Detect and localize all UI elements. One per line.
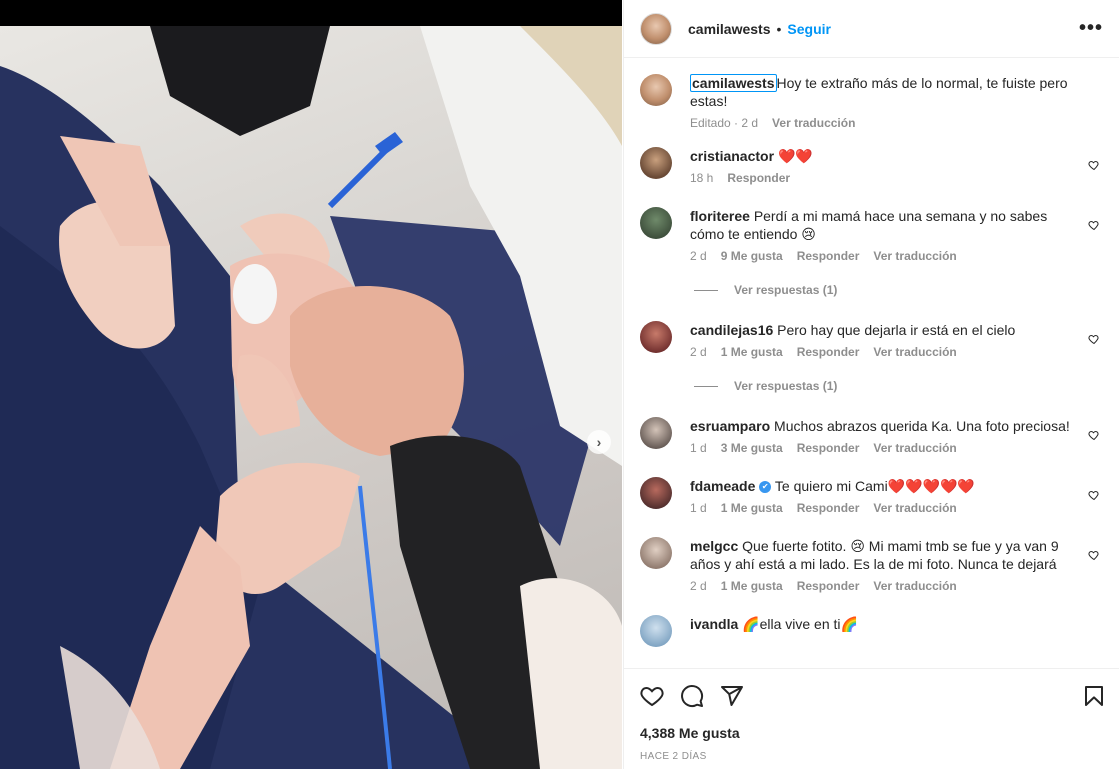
media-top-bar (0, 0, 622, 26)
author-username[interactable]: camilawests (688, 21, 771, 37)
comment-avatar[interactable] (640, 537, 672, 569)
comment-username[interactable]: cristianactor (690, 148, 774, 164)
comment-item: melgcc Que fuerte fotito. 😢 Mi mami tmb … (640, 537, 1104, 593)
comment-item: cristianactor ❤️❤️ 18 h Responder (640, 147, 1104, 185)
comment-username[interactable]: melgcc (690, 538, 738, 554)
comment-time: 2 d (690, 345, 707, 359)
separator-dot: • (776, 20, 782, 37)
caption: camilawests Hoy te extraño más de lo norm… (640, 74, 1104, 130)
comment-avatar[interactable] (640, 321, 672, 353)
comment-text: Te quiero mi Cami❤️❤️❤️❤️❤️ (774, 478, 975, 494)
like-icon[interactable] (640, 684, 664, 708)
comment-text: 🌈ella vive en ti🌈 (742, 616, 858, 632)
comment-avatar[interactable] (640, 477, 672, 509)
next-photo-button[interactable]: › (587, 430, 611, 454)
post-media: › (0, 0, 622, 769)
view-replies[interactable]: Ver respuestas (1) (694, 379, 1104, 393)
comment-avatar[interactable] (640, 207, 672, 239)
caption-translate[interactable]: Ver traducción (772, 116, 855, 130)
reply-button[interactable]: Responder (797, 441, 860, 455)
likes-count[interactable]: 4,388 Me gusta (640, 725, 1104, 741)
comment-time: 2 d (690, 249, 707, 263)
comment-time: 2 d (690, 579, 707, 593)
translate-button[interactable]: Ver traducción (873, 579, 956, 593)
like-heart-icon[interactable] (1088, 429, 1100, 441)
comment-time: 18 h (690, 171, 714, 185)
like-heart-icon[interactable] (1088, 489, 1100, 501)
like-heart-icon[interactable] (1088, 159, 1100, 171)
caption-username[interactable]: camilawests (690, 74, 777, 92)
reply-button[interactable]: Responder (727, 171, 790, 185)
post-sidebar: camilawests • Seguir ••• camilawests Hoy … (623, 0, 1119, 769)
caption-avatar[interactable] (640, 74, 672, 106)
comments-list[interactable]: camilawests Hoy te extraño más de lo norm… (624, 59, 1119, 668)
view-replies-label[interactable]: Ver respuestas (1) (734, 283, 837, 297)
comment-likes[interactable]: 1 Me gusta (721, 501, 783, 515)
reply-button[interactable]: Responder (797, 501, 860, 515)
comment-avatar[interactable] (640, 147, 672, 179)
comment-item: floriteree Perdí a mi mamá hace una sema… (640, 207, 1104, 263)
comment-text: Muchos abrazos querida Ka. Una foto prec… (774, 418, 1070, 434)
comment-time: 1 d (690, 501, 707, 515)
save-bookmark-icon[interactable] (1082, 684, 1106, 708)
view-replies[interactable]: Ver respuestas (1) (694, 283, 1104, 297)
comment-item: candilejas16 Pero hay que dejarla ir est… (640, 321, 1104, 359)
post-header: camilawests • Seguir ••• (624, 0, 1119, 58)
translate-button[interactable]: Ver traducción (873, 345, 956, 359)
reply-button[interactable]: Responder (797, 345, 860, 359)
share-icon[interactable] (720, 684, 744, 708)
comment-item: esruamparo Muchos abrazos querida Ka. Un… (640, 417, 1104, 455)
post-photo[interactable]: › (0, 26, 622, 769)
replies-line (694, 385, 718, 387)
action-bar (640, 669, 1104, 723)
like-heart-icon[interactable] (1088, 549, 1100, 561)
comment-text: ❤️❤️ (777, 148, 813, 164)
like-heart-icon[interactable] (1088, 219, 1100, 231)
reply-button[interactable]: Responder (797, 249, 860, 263)
comment-username[interactable]: candilejas16 (690, 322, 773, 338)
replies-line (694, 289, 718, 291)
comment-likes[interactable]: 3 Me gusta (721, 441, 783, 455)
translate-button[interactable]: Ver traducción (873, 501, 956, 515)
author-avatar[interactable] (640, 12, 672, 45)
comment-username[interactable]: ivandla (690, 616, 738, 632)
comment-username[interactable]: fdameade (690, 478, 755, 494)
hospital-hands-photo (0, 26, 622, 769)
comment-avatar[interactable] (640, 417, 672, 449)
comment-username[interactable]: floriteree (690, 208, 750, 224)
comment-likes[interactable]: 1 Me gusta (721, 579, 783, 593)
comment-username[interactable]: esruamparo (690, 418, 770, 434)
post-timestamp: HACE 2 DÍAS (640, 751, 707, 762)
like-heart-icon[interactable] (1088, 333, 1100, 345)
view-replies-label[interactable]: Ver respuestas (1) (734, 379, 837, 393)
comment-item: ivandla 🌈ella vive en ti🌈 (640, 615, 1104, 647)
translate-button[interactable]: Ver traducción (873, 441, 956, 455)
verified-badge-icon: ✔ (759, 481, 772, 494)
post-actions: 4,388 Me gusta HACE 2 DÍAS (624, 668, 1119, 769)
translate-button[interactable]: Ver traducción (873, 249, 956, 263)
comment-time: 1 d (690, 441, 707, 455)
comment-avatar[interactable] (640, 615, 672, 647)
comment-item: fdameade ✔ Te quiero mi Cami❤️❤️❤️❤️❤️ 1… (640, 477, 1104, 515)
follow-button[interactable]: Seguir (787, 21, 831, 37)
comment-likes[interactable]: 9 Me gusta (721, 249, 783, 263)
comment-text: Pero hay que dejarla ir está en el cielo (777, 322, 1016, 338)
comment-likes[interactable]: 1 Me gusta (721, 345, 783, 359)
comment-icon[interactable] (680, 684, 704, 708)
more-options-icon[interactable]: ••• (1079, 17, 1103, 40)
caption-edited: Editado · 2 d (690, 116, 759, 130)
reply-button[interactable]: Responder (797, 579, 860, 593)
comment-text: Que fuerte fotito. 😢 Mi mami tmb se fue … (690, 538, 1059, 572)
